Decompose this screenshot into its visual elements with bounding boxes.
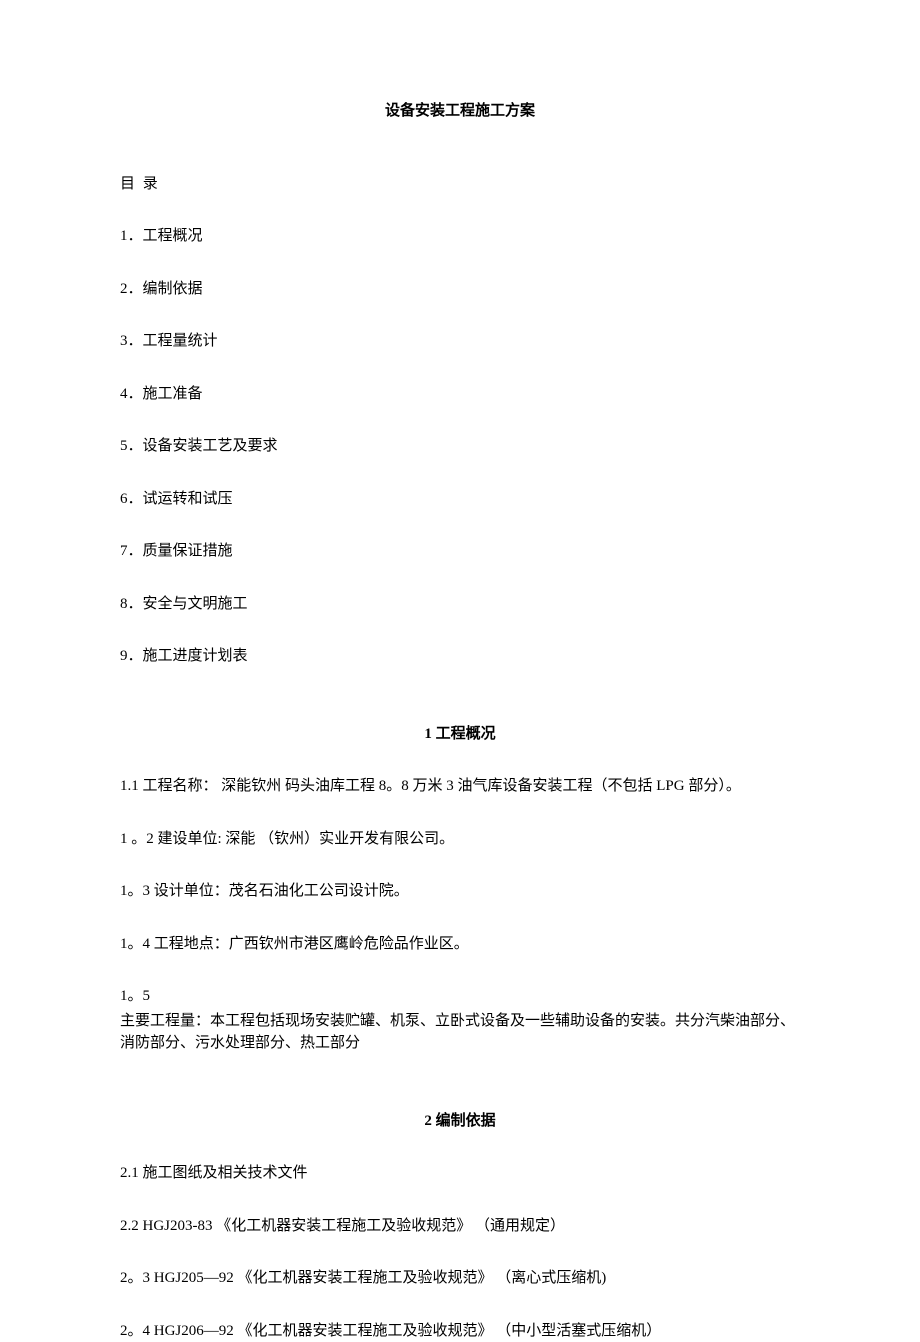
toc-item: 6．试运转和试压 [120, 488, 800, 511]
paragraph: 主要工程量：本工程包括现场安装贮罐、机泵、立卧式设备及一些辅助设备的安装。共分汽… [120, 1010, 800, 1055]
section-1-heading: 1 工程概况 [120, 723, 800, 746]
toc-item: 2．编制依据 [120, 278, 800, 301]
toc-item: 9．施工进度计划表 [120, 645, 800, 668]
paragraph: 1.1 工程名称： 深能钦州 码头油库工程 8。8 万米 3 油气库设备安装工程… [120, 775, 800, 798]
toc-item: 3．工程量统计 [120, 330, 800, 353]
toc-item: 5．设备安装工艺及要求 [120, 435, 800, 458]
document-title: 设备安装工程施工方案 [120, 100, 800, 123]
section-2-heading: 2 编制依据 [120, 1110, 800, 1133]
paragraph: 1。3 设计单位：茂名石油化工公司设计院。 [120, 880, 800, 903]
paragraph-lead: 1。5 [120, 985, 800, 1008]
toc-item: 4．施工准备 [120, 383, 800, 406]
toc-heading: 目 录 [120, 173, 800, 196]
paragraph: 2。3 HGJ205―92 《化工机器安装工程施工及验收规范》 （离心式压缩机) [120, 1267, 800, 1290]
paragraph: 2.1 施工图纸及相关技术文件 [120, 1162, 800, 1185]
toc-item: 7．质量保证措施 [120, 540, 800, 563]
paragraph: 1 。2 建设单位: 深能 （钦州）实业开发有限公司。 [120, 828, 800, 851]
toc-item: 1．工程概况 [120, 225, 800, 248]
paragraph: 1。4 工程地点：广西钦州市港区鹰岭危险品作业区。 [120, 933, 800, 956]
toc-item: 8．安全与文明施工 [120, 593, 800, 616]
paragraph: 2。4 HGJ206―92 《化工机器安装工程施工及验收规范》 （中小型活塞式压… [120, 1320, 800, 1342]
paragraph: 2.2 HGJ203-83 《化工机器安装工程施工及验收规范》 （通用规定） [120, 1215, 800, 1238]
